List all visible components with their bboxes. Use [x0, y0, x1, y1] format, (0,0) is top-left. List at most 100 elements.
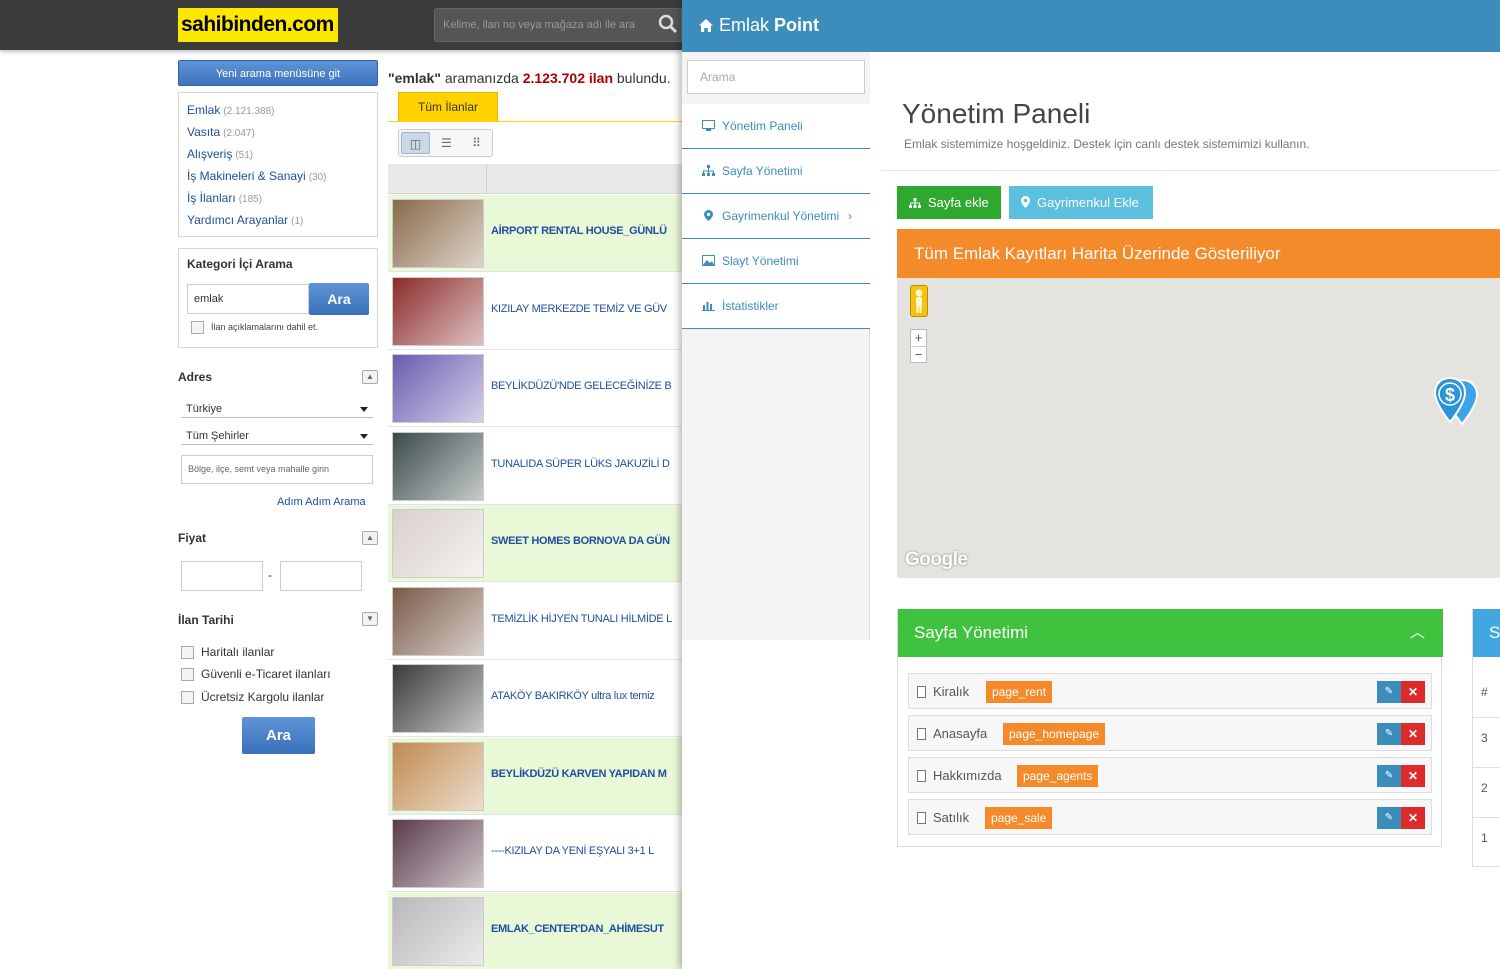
caret-down-icon	[360, 407, 368, 412]
chevron-up-icon[interactable]: ▲	[362, 531, 378, 545]
brand[interactable]: Emlak Point	[698, 15, 819, 36]
category-label[interactable]: Vasıta	[187, 125, 220, 139]
delete-icon[interactable]: ✕	[1401, 723, 1425, 745]
listing-thumbnail[interactable]	[392, 431, 484, 501]
admin-panel: Emlak Point Arama Yönetim Paneli Sayfa Yö…	[682, 0, 1500, 969]
category-item[interactable]: İş İlanları (185)	[187, 187, 369, 209]
result-summary: "emlak" aramanızda 2.123.702 ilan bulund…	[388, 70, 671, 86]
edit-icon[interactable]: ✎	[1377, 765, 1401, 787]
listing-thumbnail[interactable]	[392, 509, 484, 578]
listing-row[interactable]: BEYLİKDÜZÜ KARVEN YAPIDAN M	[388, 737, 682, 815]
page-management-header[interactable]: Sayfa Yönetimi ︿	[898, 609, 1443, 657]
add-page-button[interactable]: Sayfa ekle	[897, 186, 1001, 219]
property-map[interactable]: + − $ Google	[897, 278, 1500, 578]
edit-icon[interactable]: ✎	[1377, 681, 1401, 703]
sidebar-item[interactable]: Yönetim Paneli	[682, 104, 870, 149]
category-item[interactable]: İş Makineleri & Sanayi (30)	[187, 165, 369, 187]
listing-thumbnail[interactable]	[392, 354, 484, 423]
listing-row[interactable]: BEYLİKDÜZÜ'NDE GELECEĞİNİZE B	[388, 350, 682, 427]
category-label[interactable]: Emlak	[187, 103, 220, 117]
listing-thumbnail[interactable]	[392, 741, 484, 811]
category-label[interactable]: Alışveriş	[187, 147, 232, 161]
category-label[interactable]: İş İlanları	[187, 191, 236, 205]
filter-secure-option[interactable]: Güvenli e-Ticaret ilanları	[181, 667, 331, 682]
sidebar-item[interactable]: İstatistikler	[682, 284, 870, 329]
listing-title[interactable]: TUNALIDA SÜPER LÜKS JAKUZİLİ D	[491, 458, 670, 470]
property-marker-icon[interactable]: $	[1432, 376, 1480, 434]
sidebar-item[interactable]: Sayfa Yönetimi	[682, 149, 870, 194]
category-label[interactable]: Yardımcı Arayanlar	[187, 213, 288, 227]
edit-icon[interactable]: ✎	[1377, 723, 1401, 745]
listing-row[interactable]: ATAKÖY BAKIRKÖY ultra lux temiz	[388, 660, 682, 737]
listing-title[interactable]: TEMİZLİK HİJYEN TUNALI HİLMİDE L	[491, 613, 672, 625]
listing-title[interactable]: EMLAK_CENTER'DAN_AHİMESUT	[491, 923, 664, 935]
filter-checkbox[interactable]	[181, 646, 194, 660]
category-item[interactable]: Alışveriş (51)	[187, 143, 369, 165]
gallery-view-icon[interactable]: ◫	[401, 132, 430, 154]
include-description-option[interactable]: İlan açıklamalarını dahil et.	[191, 321, 318, 334]
listing-title[interactable]: BEYLİKDÜZÜ KARVEN YAPIDAN M	[491, 768, 667, 780]
listing-row[interactable]: KIZILAY MERKEZDE TEMİZ VE GÜV	[388, 273, 682, 350]
listing-thumbnail[interactable]	[392, 586, 484, 656]
site-search-input[interactable]: Kelime, ilan no veya mağaza adı ile ara	[434, 8, 682, 42]
add-property-button[interactable]: Gayrimenkul Ekle	[1009, 186, 1153, 219]
chevron-up-icon[interactable]: ︿	[1410, 609, 1425, 657]
listing-row[interactable]: TUNALIDA SÜPER LÜKS JAKUZİLİ D	[388, 428, 682, 505]
listing-row[interactable]: ----KIZILAY DA YENİ EŞYALI 3+1 L	[388, 815, 682, 892]
filter-map-option[interactable]: Haritalı ilanlar	[181, 645, 274, 660]
add-property-label: Gayrimenkul Ekle	[1037, 195, 1139, 210]
city-select[interactable]: Tüm Şehirler	[181, 427, 373, 445]
listing-thumbnail[interactable]	[392, 819, 484, 888]
listing-thumbnail[interactable]	[392, 664, 484, 733]
grid-view-icon[interactable]: ⠿	[462, 132, 491, 154]
chevron-up-icon[interactable]: ▲	[362, 370, 378, 384]
listing-row[interactable]: TEMİZLİK HİJYEN TUNALI HİLMİDE L	[388, 583, 682, 660]
listing-row[interactable]: AİRPORT RENTAL HOUSE_GÜNLÜ	[388, 195, 682, 272]
filter-checkbox[interactable]	[181, 691, 194, 705]
sidebar-item[interactable]: Gayrimenkul Yönetimi ›	[682, 194, 870, 239]
filter-checkbox[interactable]	[181, 668, 194, 682]
category-item[interactable]: Yardımcı Arayanlar (1)	[187, 209, 369, 231]
site-logo[interactable]: sahibinden.com	[178, 8, 338, 42]
category-label[interactable]: İş Makineleri & Sanayi	[187, 169, 306, 183]
listing-row[interactable]: SWEET HOMES BORNOVA DA GÜN	[388, 505, 682, 582]
listing-title[interactable]: AİRPORT RENTAL HOUSE_GÜNLÜ	[491, 225, 667, 237]
street-view-icon[interactable]	[910, 285, 928, 317]
delete-icon[interactable]: ✕	[1401, 765, 1425, 787]
listing-title[interactable]: ATAKÖY BAKIRKÖY ultra lux temiz	[491, 690, 655, 702]
sidebar-item[interactable]: Slayt Yönetimi	[682, 239, 870, 284]
include-description-checkbox[interactable]	[191, 321, 204, 334]
region-input[interactable]: Bölge, ilçe, semt veya mahalle girin	[181, 455, 373, 484]
listing-title[interactable]: BEYLİKDÜZÜ'NDE GELECEĞİNİZE B	[491, 380, 672, 392]
listing-title[interactable]: KIZILAY MERKEZDE TEMİZ VE GÜV	[491, 303, 667, 315]
delete-icon[interactable]: ✕	[1401, 681, 1425, 703]
listing-thumbnail[interactable]	[392, 199, 484, 268]
sidebar-search-input[interactable]: Arama	[687, 60, 865, 94]
listing-thumbnail[interactable]	[392, 896, 484, 966]
site-header: sahibinden.com Kelime, ilan no veya mağa…	[0, 0, 682, 50]
list-view-icon[interactable]: ☰	[432, 132, 461, 154]
price-max-input[interactable]	[280, 561, 362, 591]
new-search-menu-button[interactable]: Yeni arama menüsüne git	[178, 60, 378, 86]
chevron-down-icon[interactable]: ▼	[362, 612, 378, 626]
delete-icon[interactable]: ✕	[1401, 807, 1425, 829]
price-min-input[interactable]	[181, 561, 263, 591]
search-icon[interactable]	[658, 14, 678, 34]
listing-title[interactable]: SWEET HOMES BORNOVA DA GÜN	[491, 535, 670, 547]
edit-icon[interactable]: ✎	[1377, 807, 1401, 829]
listing-title[interactable]: ----KIZILAY DA YENİ EŞYALI 3+1 L	[491, 845, 654, 857]
category-item[interactable]: Vasıta (2.047)	[187, 121, 369, 143]
category-search-input[interactable]: emlak	[187, 284, 309, 314]
category-item[interactable]: Emlak (2.121.388)	[187, 99, 369, 121]
zoom-in-button[interactable]: +	[911, 330, 926, 347]
listing-thumbnail[interactable]	[392, 276, 484, 346]
city-select-value: Tüm Şehirler	[186, 430, 249, 442]
country-select[interactable]: Türkiye	[181, 400, 373, 418]
step-search-link[interactable]: Adım Adım Arama	[277, 496, 366, 508]
tab-all-listings[interactable]: Tüm İlanlar	[398, 92, 498, 122]
listing-row[interactable]: EMLAK_CENTER'DAN_AHİMESUT	[388, 892, 682, 969]
category-search-button[interactable]: Ara	[309, 283, 369, 315]
filter-search-button[interactable]: Ara	[242, 717, 315, 754]
zoom-out-button[interactable]: −	[911, 347, 926, 363]
filter-shipping-option[interactable]: Ücretsiz Kargolu ilanlar	[181, 690, 324, 705]
